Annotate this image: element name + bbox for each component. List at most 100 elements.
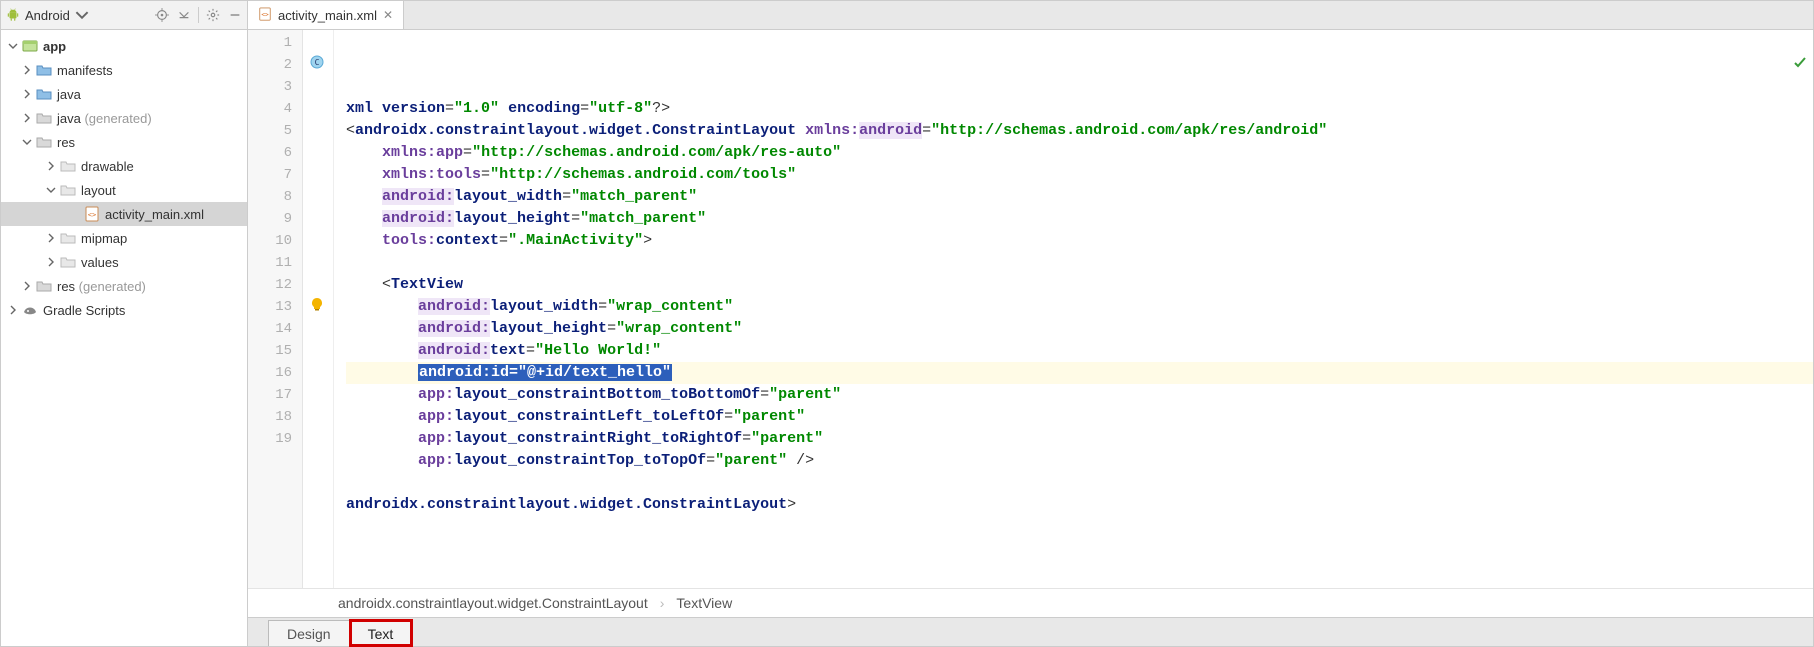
minimize-icon[interactable] xyxy=(227,7,243,23)
folder-open-icon xyxy=(35,85,53,103)
line-number-gutter: 12345678910111213141516171819 xyxy=(248,30,303,588)
analysis-ok-icon xyxy=(1703,34,1807,100)
breadcrumb-item[interactable]: TextView xyxy=(676,595,732,611)
tree-arrow-icon[interactable] xyxy=(21,88,33,100)
line-number: 9 xyxy=(248,208,302,230)
tree-item-app[interactable]: app xyxy=(1,34,247,58)
collapse-icon[interactable] xyxy=(176,7,192,23)
xml-file-icon: <> xyxy=(83,205,101,223)
gear-icon[interactable] xyxy=(205,7,221,23)
line-number: 2 xyxy=(248,54,302,76)
breadcrumb[interactable]: androidx.constraintlayout.widget.Constra… xyxy=(248,588,1813,617)
line-number: 4 xyxy=(248,98,302,120)
folder-sub-icon xyxy=(59,157,77,175)
folder-gen-icon xyxy=(35,277,53,295)
editor-tab-label: activity_main.xml xyxy=(278,8,377,23)
chevron-right-icon: › xyxy=(660,595,665,611)
line-number: 13 xyxy=(248,296,302,318)
line-number: 12 xyxy=(248,274,302,296)
tree-item-label: activity_main.xml xyxy=(105,207,204,222)
line-number: 15 xyxy=(248,340,302,362)
line-number: 17 xyxy=(248,384,302,406)
tree-item-values[interactable]: values xyxy=(1,250,247,274)
annotation-gutter: C xyxy=(303,30,334,588)
line-number: 10 xyxy=(248,230,302,252)
tree-item-mipmap[interactable]: mipmap xyxy=(1,226,247,250)
tree-item-resgen[interactable]: res (generated) xyxy=(1,274,247,298)
tree-item-label: res xyxy=(57,135,75,150)
tree-item-label: java xyxy=(57,87,81,102)
class-marker-icon: C xyxy=(309,54,325,70)
tree-arrow-icon[interactable] xyxy=(21,112,33,124)
folder-gen-icon xyxy=(35,109,53,127)
tree-arrow-icon[interactable] xyxy=(45,184,57,196)
tree-item-drawable[interactable]: drawable xyxy=(1,154,247,178)
svg-text:<>: <> xyxy=(88,211,96,219)
tree-arrow-icon[interactable] xyxy=(7,304,19,316)
tree-arrow-icon[interactable] xyxy=(45,256,57,268)
code-editor[interactable]: 12345678910111213141516171819 C xml vers… xyxy=(248,30,1813,588)
dropdown-icon xyxy=(74,7,90,23)
line-number: 7 xyxy=(248,164,302,186)
close-icon[interactable]: ✕ xyxy=(383,8,393,22)
breadcrumb-item[interactable]: androidx.constraintlayout.widget.Constra… xyxy=(338,595,648,611)
tab-design[interactable]: Design xyxy=(268,620,350,646)
tree-arrow-icon[interactable] xyxy=(21,64,33,76)
tree-item-res[interactable]: res xyxy=(1,130,247,154)
tree-item-label: java (generated) xyxy=(57,111,152,126)
code-area[interactable]: xml version="1.0" encoding="utf-8"?><and… xyxy=(334,30,1813,588)
svg-text:C: C xyxy=(315,58,320,67)
editor-panel: <> activity_main.xml ✕ 12345678910111213… xyxy=(248,1,1813,646)
editor-tabs: <> activity_main.xml ✕ xyxy=(248,1,1813,30)
editor-tab-activity-main[interactable]: <> activity_main.xml ✕ xyxy=(248,1,404,29)
line-number: 19 xyxy=(248,428,302,450)
line-number: 5 xyxy=(248,120,302,142)
project-view-label: Android xyxy=(25,8,70,23)
folder-sub-icon xyxy=(59,253,77,271)
target-icon[interactable] xyxy=(154,7,170,23)
tree-item-label: manifests xyxy=(57,63,113,78)
line-number: 16 xyxy=(248,362,302,384)
tree-item-label: app xyxy=(43,39,66,54)
svg-text:<>: <> xyxy=(261,11,269,18)
line-number: 1 xyxy=(248,32,302,54)
project-tool-window: Android app manifests java java (generated)… xyxy=(1,1,248,646)
editor-mode-tabs: Design Text xyxy=(248,617,1813,646)
tree-item-label: res (generated) xyxy=(57,279,146,294)
line-number: 6 xyxy=(248,142,302,164)
tree-arrow-icon[interactable] xyxy=(45,232,57,244)
tree-item-java[interactable]: java xyxy=(1,82,247,106)
tree-item-label: drawable xyxy=(81,159,134,174)
line-number: 18 xyxy=(248,406,302,428)
tree-arrow-icon[interactable] xyxy=(69,208,81,220)
project-view-selector[interactable]: Android xyxy=(5,7,90,23)
line-number: 8 xyxy=(248,186,302,208)
tree-arrow-icon[interactable] xyxy=(45,160,57,172)
folder-res-icon xyxy=(35,133,53,151)
line-number: 14 xyxy=(248,318,302,340)
folder-open-icon xyxy=(35,61,53,79)
project-toolbar: Android xyxy=(1,1,247,30)
line-number: 3 xyxy=(248,76,302,98)
line-number: 11 xyxy=(248,252,302,274)
bulb-icon[interactable] xyxy=(309,296,325,312)
tab-text[interactable]: Text xyxy=(350,620,413,646)
tree-arrow-icon[interactable] xyxy=(7,40,19,52)
module-icon xyxy=(21,37,39,55)
project-tree[interactable]: app manifests java java (generated) res drawa… xyxy=(1,30,247,646)
tree-item-javagen[interactable]: java (generated) xyxy=(1,106,247,130)
tree-item-label: Gradle Scripts xyxy=(43,303,125,318)
folder-sub-icon xyxy=(59,229,77,247)
tree-item-label: values xyxy=(81,255,119,270)
tree-arrow-icon[interactable] xyxy=(21,136,33,148)
tree-item-label: layout xyxy=(81,183,116,198)
tree-item-layout[interactable]: layout xyxy=(1,178,247,202)
tree-item-gradle[interactable]: Gradle Scripts xyxy=(1,298,247,322)
gradle-icon xyxy=(21,301,39,319)
xml-file-icon: <> xyxy=(258,7,272,24)
tree-item-activity[interactable]: <> activity_main.xml xyxy=(1,202,247,226)
android-icon xyxy=(5,7,21,23)
tree-item-manifests[interactable]: manifests xyxy=(1,58,247,82)
folder-sub-icon xyxy=(59,181,77,199)
tree-arrow-icon[interactable] xyxy=(21,280,33,292)
